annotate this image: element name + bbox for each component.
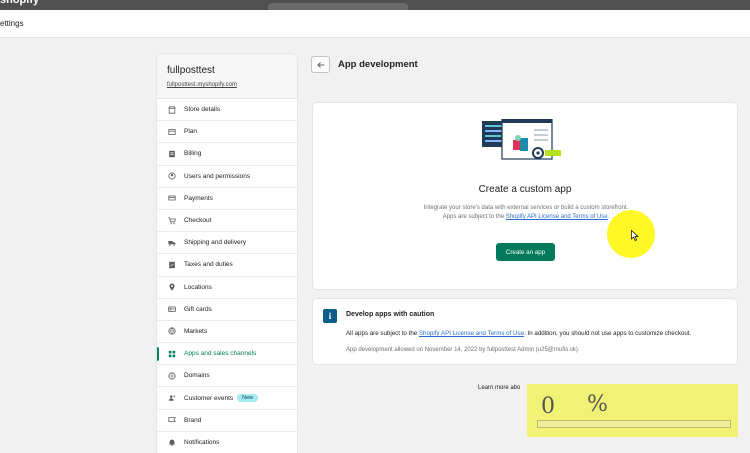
payments-icon [167,194,176,203]
sidebar-item-checkout[interactable]: Checkout [157,210,297,233]
sidebar-item-domains[interactable]: Domains [157,365,297,388]
progress-percent-sign: % [587,392,608,417]
info-icon: i [323,309,337,323]
sidebar-item-shipping-and-delivery[interactable]: Shipping and delivery [157,232,297,255]
sidebar-item-label: Checkout [184,217,212,225]
sidebar-item-label: Customer events [184,394,234,402]
apps-grid-icon [167,349,176,358]
domains-globe-icon [167,371,176,380]
gift-card-icon [167,305,176,314]
truck-icon [167,238,176,247]
sidebar-item-markets[interactable]: Markets [157,321,297,344]
dev-allowed-text: App development allowed on November 14, … [346,347,580,353]
create-app-title: Create a custom app [478,184,572,195]
sidebar-item-label: Apps and sales channels [184,350,257,358]
sidebar-item-plan[interactable]: Plan [157,121,297,144]
caution-policy-pre: All apps are subject to the [346,330,419,337]
globe-icon [167,327,176,336]
sidebar-item-label: Billing [184,150,202,158]
mouse-pointer-icon [631,230,639,241]
sidebar-item-apps-and-sales-channels[interactable]: Apps and sales channels [157,343,297,366]
sidebar-item-label: Locations [184,283,212,291]
new-badge: New [237,394,259,403]
sidebar-item-label: Payments [184,194,213,202]
sidebar-item-users-and-permissions[interactable]: Users and permissions [157,166,297,188]
sidebar-item-brand[interactable]: Brand [157,410,297,432]
progress-overlay: 0 % [527,384,738,437]
top-bar: shopify [0,0,750,10]
sidebar-item-customer-events[interactable]: Customer events New [157,387,297,410]
sidebar-item-label: Domains [184,372,210,380]
caution-policy-text: All apps are subject to the Shopify API … [346,330,691,337]
create-app-button[interactable]: Create an app [496,243,555,261]
caution-policy-post: . In addition, you should not use apps t… [524,330,692,337]
progress-bar [537,420,731,428]
brand-icon [167,416,176,425]
plan-icon [167,127,176,136]
store-url-link[interactable]: fullposttest.myshopify.com [167,82,287,88]
api-license-link[interactable]: Shopify API License and Terms of Use [506,214,608,220]
sidebar-item-label: Plan [184,128,198,136]
sidebar-item-label: Users and permissions [184,172,251,180]
store-name: fullposttest [167,65,215,76]
page-title: App development [338,59,418,70]
bell-icon [167,438,176,447]
sidebar-nav: Store details Plan Billing Users and permis… [157,99,297,453]
sidebar-item-label: Brand [184,416,202,424]
sidebar-item-label: Store details [184,106,221,114]
settings-sidebar: fullposttest fullposttest.myshopify.com … [156,53,298,453]
user-icon [167,172,176,181]
sidebar-item-billing[interactable]: Billing [157,143,297,166]
create-app-card: Create a custom app Integrate your store… [312,102,738,290]
billing-icon [167,149,176,158]
caution-api-license-link[interactable]: Shopify API License and Terms of Use [419,330,524,337]
sidebar-item-label: Taxes and duties [184,261,233,269]
caution-title: Develop apps with caution [346,311,435,318]
sidebar-item-gift-cards[interactable]: Gift cards [157,299,297,321]
location-pin-icon [167,283,176,292]
settings-titlebar: ettings [0,10,750,38]
sidebar-item-label: Gift cards [184,305,212,313]
progress-number: 0 [541,394,555,419]
brand-logo: shopify [0,0,40,6]
custom-app-illustration [482,119,561,160]
back-button[interactable] [311,56,330,73]
create-app-description: Integrate your store's data with externa… [421,204,631,222]
sidebar-item-label: Notifications [184,438,220,446]
sidebar-item-label: Markets [184,327,208,335]
arrow-left-icon [316,61,324,68]
store-icon [167,105,176,114]
search-bar[interactable] [268,3,408,10]
sidebar-item-payments[interactable]: Payments [157,188,297,210]
sidebar-item-label: Shipping and delivery [184,239,247,247]
customer-events-icon [167,394,176,403]
create-app-description-end: . [607,214,610,220]
learn-more-text[interactable]: Learn more abo [478,385,520,391]
settings-title: ettings [0,19,24,28]
sidebar-item-taxes-and-duties[interactable]: Taxes and duties [157,254,297,277]
sidebar-item-store-details[interactable]: Store details [157,99,297,122]
sidebar-item-notifications[interactable]: Notifications [157,432,297,453]
sidebar-item-locations[interactable]: Locations [157,277,297,299]
caution-card: i Develop apps with caution All apps are… [312,298,738,365]
store-header: fullposttest fullposttest.myshopify.com [157,54,297,99]
tax-icon [167,260,176,269]
cart-icon [167,216,176,225]
